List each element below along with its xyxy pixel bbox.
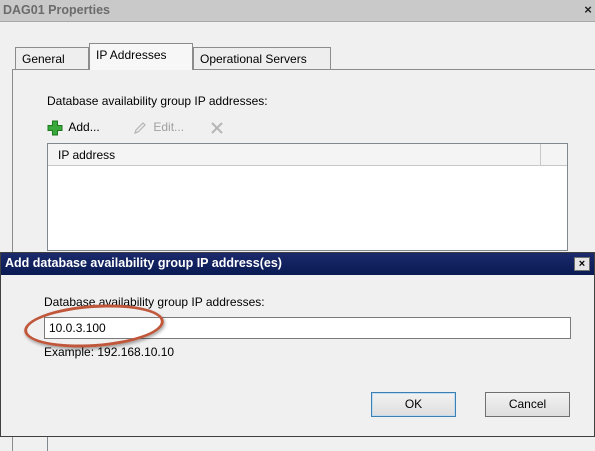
tab-operational-servers[interactable]: Operational Servers: [193, 47, 331, 69]
dialog-title-bar: Add database availability group IP addre…: [1, 253, 594, 275]
section-label: Database availability group IP addresses…: [47, 94, 268, 108]
list-header: IP address: [48, 144, 567, 166]
pencil-icon: [132, 120, 151, 134]
dialog-close-icon[interactable]: ×: [574, 257, 590, 271]
example-text: Example: 192.168.10.10: [44, 345, 175, 359]
outer-title-bar: DAG01 Properties ×: [0, 0, 595, 22]
cancel-button[interactable]: Cancel: [485, 392, 570, 417]
tab-general[interactable]: General: [15, 47, 89, 69]
outer-close-icon[interactable]: ×: [581, 0, 595, 20]
dialog-title: Add database availability group IP addre…: [5, 256, 282, 270]
list-border-bottom: [47, 437, 48, 451]
remove-button[interactable]: [209, 117, 225, 137]
ip-address-list[interactable]: IP address: [47, 143, 568, 251]
column-header-ip-address[interactable]: IP address: [48, 144, 541, 165]
add-button-label: Add...: [68, 120, 100, 134]
edit-button-label: Edit...: [153, 120, 185, 134]
edit-button[interactable]: Edit...: [132, 117, 184, 137]
add-button[interactable]: Add...: [47, 117, 100, 137]
outer-window-title: DAG01 Properties: [3, 3, 110, 17]
remove-x-icon: [209, 120, 225, 134]
tab-ip-addresses[interactable]: IP Addresses: [89, 43, 193, 70]
green-plus-icon: [47, 120, 66, 136]
ok-button[interactable]: OK: [371, 392, 456, 417]
